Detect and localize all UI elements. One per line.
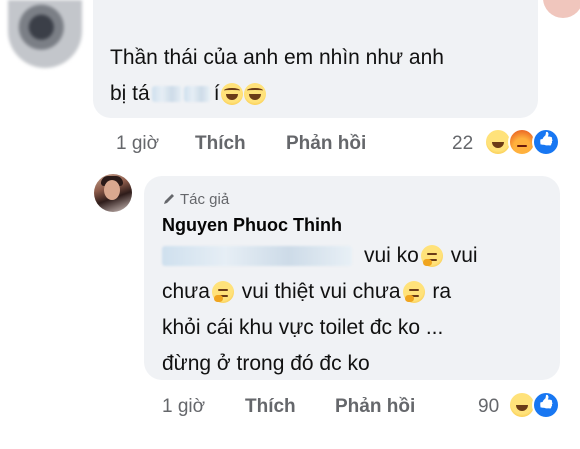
corner-fragment [543,0,580,18]
blurred-text [162,246,352,267]
comment-1-reply-button[interactable]: Phản hồi [286,133,366,155]
author-badge: Tác giả [162,191,229,208]
comment-2-line-1: vui ko chưa vui [162,238,552,274]
thinking-emoji-icon [402,281,425,304]
comment-2-line-3: khỏi cái khu vực toilet đc ko ... [162,316,444,339]
blurred-text [151,86,182,103]
comment-1-line-2: bị tá í [110,76,530,112]
author-avatar[interactable] [94,174,132,212]
comment-2-like-button[interactable]: Thích [245,396,296,418]
rofl-emoji-icon [220,83,243,106]
comment-1-like-button[interactable]: Thích [195,133,246,155]
commenter-avatar[interactable] [8,0,82,68]
comment-1-reaction-count[interactable]: 22 [452,133,473,155]
pencil-icon [164,194,174,204]
comment-1-text: Thần thái của anh em nhìn như anh bị tá í [110,40,530,112]
comment-2-reply-button[interactable]: Phản hồi [335,396,415,418]
comment-2-line-4: đừng ở trong đó đc ko [162,352,370,375]
comment-1-line-1: Thần thái của anh em nhìn như anh [110,46,444,69]
blurred-text [183,86,210,103]
comment-1-time[interactable]: 1 giờ [116,133,159,155]
like-icon[interactable] [532,128,560,156]
author-name[interactable]: Nguyen Phuoc Thinh [162,215,342,236]
thinking-emoji-icon [211,281,234,304]
like-icon[interactable] [532,391,560,419]
rofl-emoji-icon [243,83,266,106]
thinking-emoji-icon [420,245,443,268]
comment-2-reaction-count[interactable]: 90 [478,396,499,418]
comment-2-line-2: chưa vui thiệt vui chưa ra [162,280,452,304]
comment-2-time[interactable]: 1 giờ [162,396,205,418]
comment-2-text: vui ko chưa vui chưa vui thiệt vui chưa … [162,238,552,382]
